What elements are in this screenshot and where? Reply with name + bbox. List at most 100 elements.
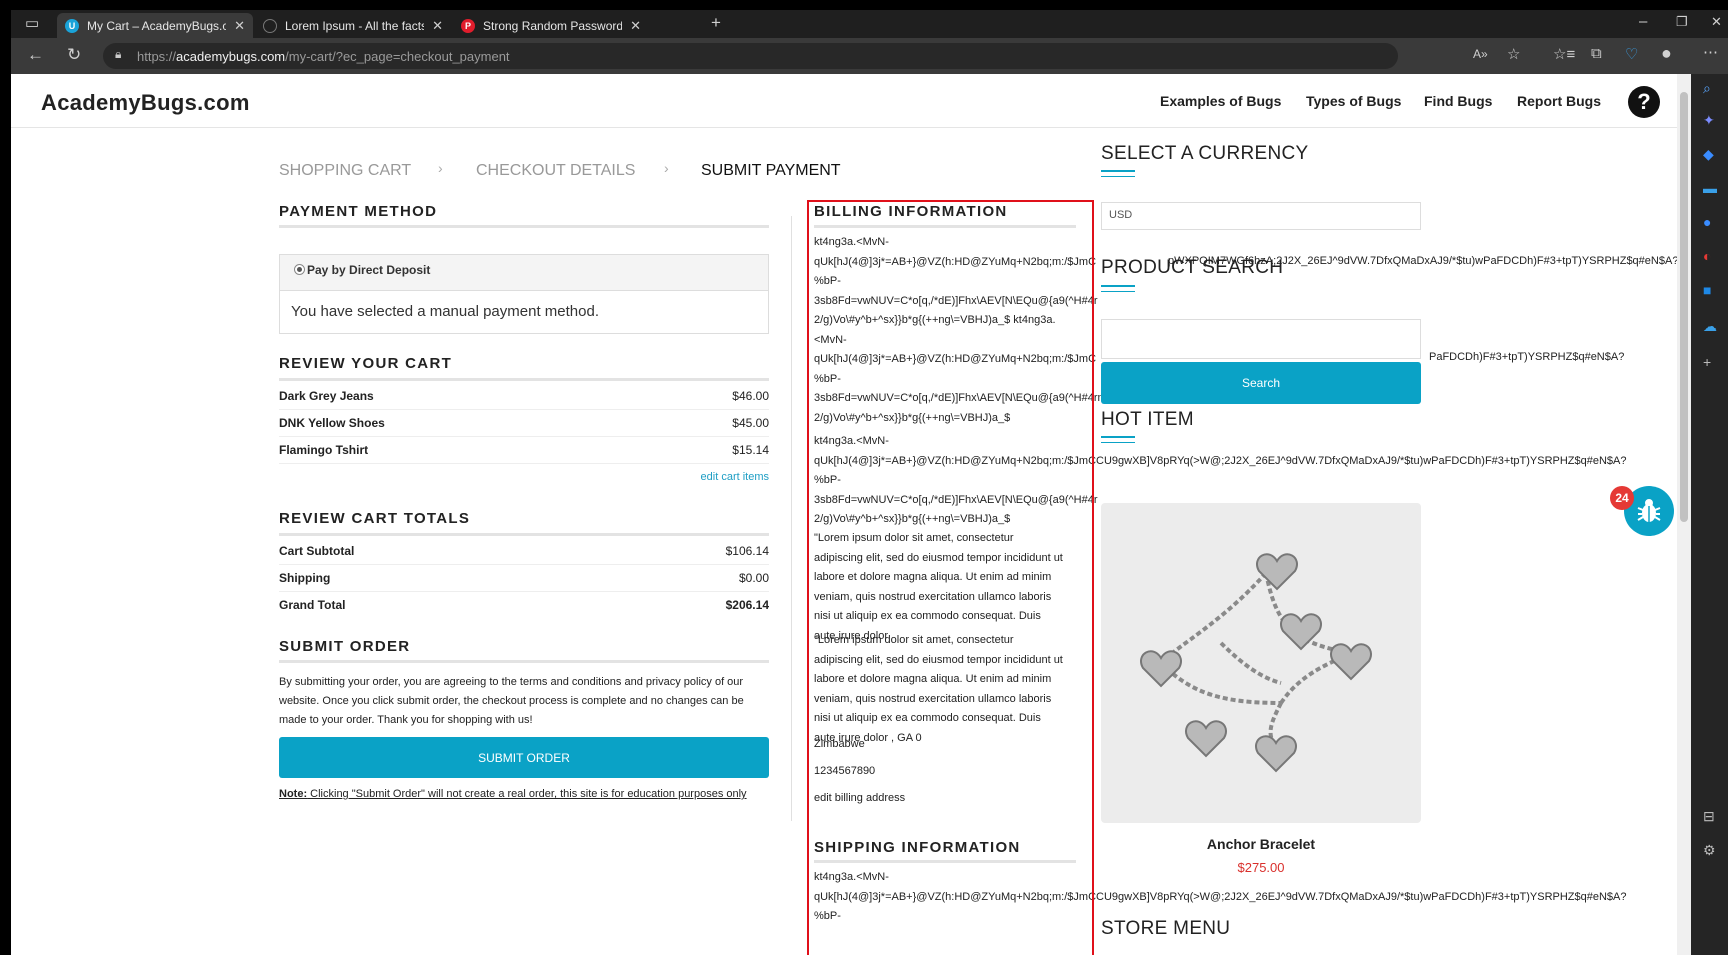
restore-icon[interactable]: ❐ — [1676, 14, 1688, 30]
totals-label: Grand Total — [279, 598, 346, 612]
cart-item-price: $15.14 — [732, 443, 769, 457]
tools-icon[interactable]: ▬ — [1703, 180, 1717, 196]
tab-lorem-ipsum[interactable]: Lorem Ipsum - All the facts - Lip ✕ — [255, 13, 451, 38]
cart-item-row: Flamingo Tshirt $15.14 — [279, 437, 769, 464]
shopping-tag-icon[interactable]: ◆ — [1703, 146, 1714, 163]
close-tab-icon[interactable]: ✕ — [234, 18, 245, 34]
nav-find-bugs[interactable]: Find Bugs — [1424, 93, 1492, 109]
cloud-icon[interactable]: ☁ — [1703, 318, 1717, 335]
nav-types-of-bugs[interactable]: Types of Bugs — [1306, 93, 1401, 109]
collections-icon[interactable]: ⧉ — [1591, 45, 1602, 62]
title-underline — [1101, 285, 1135, 287]
page-scrollbar[interactable] — [1677, 74, 1691, 955]
nav-report-bugs[interactable]: Report Bugs — [1517, 93, 1601, 109]
search-button[interactable]: Search — [1101, 362, 1421, 404]
url-field[interactable]: 🔒︎ https://academybugs.com/my-cart/?ec_p… — [103, 43, 1398, 69]
people-icon[interactable]: ● — [1703, 214, 1711, 230]
cart-item-name: DNK Yellow Shoes — [279, 416, 385, 430]
totals-row: Grand Total $206.14 — [279, 592, 769, 619]
cart-item-row: DNK Yellow Shoes $45.00 — [279, 410, 769, 437]
currency-select[interactable]: USD — [1101, 202, 1421, 230]
column-divider — [791, 216, 792, 821]
close-window-icon[interactable]: ✕ — [1711, 14, 1722, 30]
browser-essentials-icon[interactable]: ♡ — [1625, 45, 1638, 63]
read-aloud-icon[interactable]: A» — [1473, 47, 1488, 61]
payment-message: You have selected a manual payment metho… — [291, 303, 599, 320]
payment-option[interactable]: Pay by Direct Deposit — [280, 255, 768, 291]
tab-password-generator[interactable]: P Strong Random Password Gener ✕ — [453, 13, 649, 38]
cart-totals-title: REVIEW CART TOTALS — [279, 510, 471, 527]
bracelet-illustration — [1140, 553, 1372, 773]
new-tab-icon[interactable]: + — [711, 13, 721, 33]
help-icon[interactable]: ? — [1628, 86, 1660, 118]
totals-value: $206.14 — [725, 598, 769, 612]
outlook-icon[interactable]: ■ — [1703, 282, 1711, 298]
edge-sidebar: ⌕ ✦ ◆ ▬ ● ◐ ■ ☁ + ⊟ ⚙ — [1691, 74, 1728, 955]
billing-line: kt4ng3a.<MvN- — [814, 236, 889, 248]
billing-address-2: "Lorem ipsum dolor sit amet, consectetur… — [814, 634, 1063, 744]
payment-method-box: Pay by Direct Deposit You have selected … — [279, 254, 769, 334]
review-cart-title: REVIEW YOUR CART — [279, 355, 453, 372]
cart-item-name: Dark Grey Jeans — [279, 389, 374, 403]
section-divider — [279, 378, 769, 381]
product-name[interactable]: Anchor Bracelet — [1161, 836, 1361, 852]
back-icon[interactable]: ← — [27, 45, 44, 65]
submit-order-button[interactable]: SUBMIT ORDER — [279, 737, 769, 778]
product-search-input[interactable] — [1101, 319, 1421, 359]
edit-billing-address-link[interactable]: edit billing address — [814, 789, 905, 809]
url-prefix: https:// — [137, 48, 177, 64]
breadcrumb-submit-payment: SUBMIT PAYMENT — [701, 162, 841, 179]
favorite-star-icon[interactable]: ☆ — [1507, 45, 1520, 63]
shipping-line: qUk[hJ(4@]3j*=AB+}@VZ(h:HD@ZYuMq+N2bq;m:… — [814, 890, 1627, 903]
refresh-icon[interactable]: ↻ — [67, 45, 81, 65]
nav-examples-of-bugs[interactable]: Examples of Bugs — [1160, 93, 1281, 109]
cart-item-price: $46.00 — [732, 389, 769, 403]
more-menu-icon[interactable]: ⋯ — [1703, 43, 1718, 61]
cart-item-row: Dark Grey Jeans $46.00 — [279, 383, 769, 410]
profile-avatar-icon[interactable]: ● — [1661, 43, 1672, 64]
breadcrumb-shopping-cart[interactable]: SHOPPING CART — [279, 162, 411, 180]
title-underline — [1101, 170, 1135, 172]
favorites-icon[interactable]: ☆≡ — [1553, 45, 1575, 63]
close-tab-icon[interactable]: ✕ — [432, 18, 443, 34]
web-page: AcademyBugs.com Examples of Bugs Types o… — [11, 74, 1691, 955]
title-underline — [1101, 442, 1135, 443]
search-icon[interactable]: ⌕ — [1703, 80, 1711, 97]
cart-item-name: Flamingo Tshirt — [279, 443, 369, 457]
tab-actions-icon[interactable]: ▭ — [25, 14, 39, 32]
scrollbar-thumb[interactable] — [1680, 92, 1688, 522]
radio-icon[interactable] — [294, 264, 305, 275]
store-menu-title: STORE MENU — [1101, 918, 1231, 939]
hide-sidebar-icon[interactable]: ⊟ — [1703, 808, 1715, 825]
anchor-bracelet-image[interactable] — [1101, 503, 1421, 823]
close-tab-icon[interactable]: ✕ — [630, 18, 641, 34]
section-divider — [279, 225, 769, 228]
totals-label: Shipping — [279, 571, 331, 585]
totals-row: Cart Subtotal $106.14 — [279, 538, 769, 565]
bug-icon — [1637, 499, 1661, 522]
office-icon[interactable]: ◐ — [1703, 248, 1711, 264]
password-favicon-icon: P — [461, 18, 475, 33]
product-price: $275.00 — [1237, 860, 1285, 875]
title-underline — [1101, 291, 1135, 292]
hot-item-title: HOT ITEM — [1101, 409, 1194, 430]
tab-title: My Cart – AcademyBugs.com — [87, 18, 227, 33]
settings-icon[interactable]: ⚙ — [1703, 842, 1716, 859]
billing-line: %bP- — [814, 474, 841, 486]
title-underline — [1101, 436, 1135, 438]
address-bar-row: ← ↻ 🔒︎ https://academybugs.com/my-cart/?… — [11, 38, 1728, 74]
copilot-icon[interactable]: ✦ — [1703, 112, 1715, 129]
section-divider — [279, 533, 769, 536]
add-icon[interactable]: + — [1703, 354, 1711, 370]
payment-option-label: Pay by Direct Deposit — [307, 263, 431, 277]
chevron-right-icon: › — [438, 160, 443, 176]
billing-title: BILLING INFORMATION — [814, 203, 1008, 220]
breadcrumb-checkout-details[interactable]: CHECKOUT DETAILS — [476, 162, 635, 180]
submit-order-title: SUBMIT ORDER — [279, 638, 411, 655]
edit-cart-items-link[interactable]: edit cart items — [701, 471, 769, 483]
tab-title: Strong Random Password Gener — [483, 18, 623, 33]
tab-my-cart[interactable]: U My Cart – AcademyBugs.com ✕ — [57, 13, 253, 38]
site-logo[interactable]: AcademyBugs.com — [41, 90, 250, 116]
minimize-icon[interactable]: – — [1639, 13, 1647, 30]
cart-item-price: $45.00 — [732, 416, 769, 430]
